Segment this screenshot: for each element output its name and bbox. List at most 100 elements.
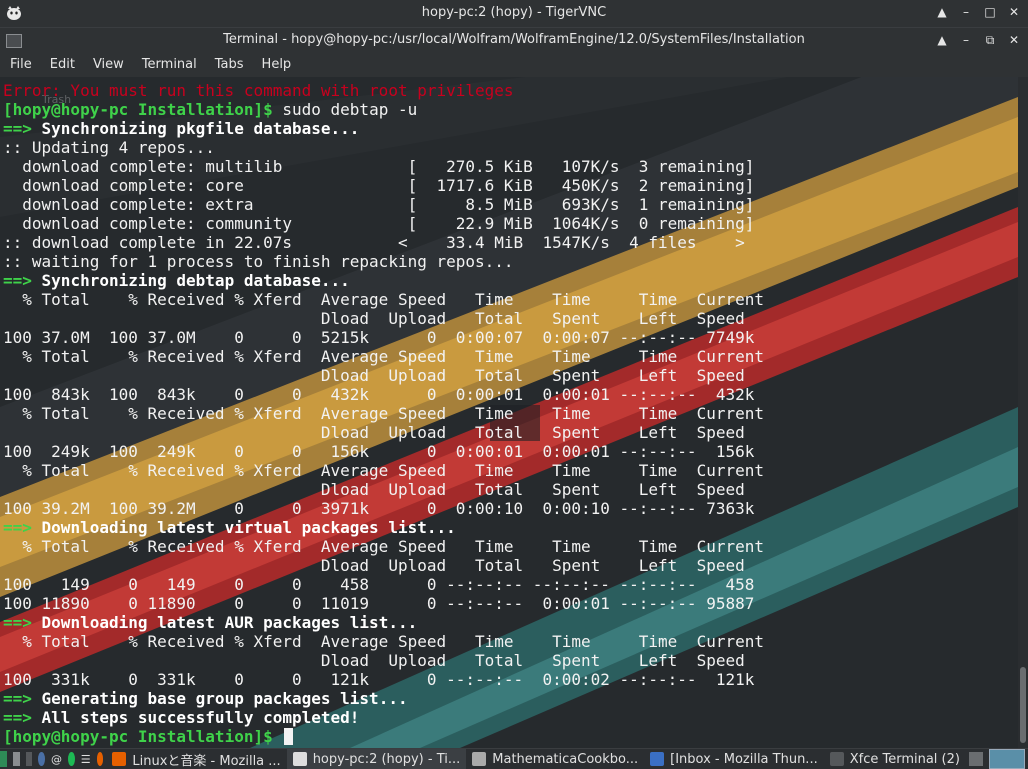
error-message: Error: You must run this command with ro… bbox=[3, 81, 514, 100]
output-text: 100 11890 0 11890 0 0 11019 0 --:--:-- 0… bbox=[3, 594, 755, 613]
vnc-icon bbox=[292, 752, 307, 766]
terminal-line: % Total % Received % Xferd Average Speed… bbox=[3, 347, 764, 366]
step-message: Generating base group packages list... bbox=[31, 689, 408, 708]
taskbar-task-label: Linuxと音楽 - Mozilla ... bbox=[132, 753, 281, 769]
menu-bar: File Edit View Terminal Tabs Help bbox=[0, 53, 1028, 77]
terminal-line: ==> All steps successfully completed! bbox=[3, 708, 764, 727]
terminal-line: % Total % Received % Xferd Average Speed… bbox=[3, 290, 764, 309]
taskbar-task-label: Xfce Terminal (2) bbox=[849, 751, 960, 767]
spotify-icon[interactable] bbox=[68, 752, 75, 766]
at-icon[interactable]: @ bbox=[51, 752, 62, 766]
terminal-icon[interactable] bbox=[25, 752, 33, 766]
menu-view[interactable]: View bbox=[85, 53, 132, 77]
workspace-switcher[interactable] bbox=[989, 749, 1025, 769]
output-text: :: download complete in 22.07s < 33.4 Mi… bbox=[3, 233, 745, 252]
step-message: Synchronizing pkgfile database... bbox=[31, 119, 360, 138]
output-text: 100 249k 100 249k 0 0 156k 0 0:00:01 0:0… bbox=[3, 442, 755, 461]
browser-icon[interactable] bbox=[38, 752, 45, 766]
output-text: Dload Upload Total Spent Left Speed bbox=[3, 309, 745, 328]
vnc-minimize-button[interactable]: – bbox=[958, 4, 974, 20]
terminal-line: :: waiting for 1 process to finish repac… bbox=[3, 252, 764, 271]
list-icon[interactable]: ☰ bbox=[81, 752, 91, 766]
terminal-line: download complete: core [ 1717.6 KiB 450… bbox=[3, 176, 764, 195]
output-text: Dload Upload Total Spent Left Speed bbox=[3, 423, 745, 442]
menu-file[interactable]: File bbox=[2, 53, 40, 77]
step-arrow: ==> bbox=[3, 689, 32, 708]
taskbar-task-label: hopy-pc:2 (hopy) - Ti... bbox=[312, 751, 461, 767]
output-text: :: Updating 4 repos... bbox=[3, 138, 215, 157]
output-text: download complete: community [ 22.9 MiB … bbox=[3, 214, 755, 233]
terminal-line: Dload Upload Total Spent Left Speed bbox=[3, 423, 764, 442]
terminal-text: Error: You must run this command with ro… bbox=[3, 81, 764, 746]
taskbar-task-label: [Inbox - Mozilla Thun... bbox=[670, 751, 818, 767]
output-text: Dload Upload Total Spent Left Speed bbox=[3, 556, 745, 575]
vnc-shade-button[interactable]: ▲ bbox=[934, 4, 950, 20]
terminal-output-area[interactable]: Trash Error: You must run this command w… bbox=[0, 77, 1018, 748]
terminal-line: Error: You must run this command with ro… bbox=[3, 81, 764, 100]
command-text: sudo debtap -u bbox=[272, 100, 418, 119]
terminal-line: download complete: multilib [ 270.5 KiB … bbox=[3, 157, 764, 176]
terminal-line: ==> Synchronizing pkgfile database... bbox=[3, 119, 764, 138]
output-text: download complete: multilib [ 270.5 KiB … bbox=[3, 157, 755, 176]
terminal-line: % Total % Received % Xferd Average Speed… bbox=[3, 632, 764, 651]
terminal-title-bar[interactable]: Terminal - hopy@hopy-pc:/usr/local/Wolfr… bbox=[0, 27, 1028, 54]
step-arrow: ==> bbox=[3, 119, 32, 138]
terminal-line: 100 149 0 149 0 0 458 0 --:--:-- --:--:-… bbox=[3, 575, 764, 594]
output-text: 100 149 0 149 0 0 458 0 --:--:-- --:--:-… bbox=[3, 575, 755, 594]
terminal-line: [hopy@hopy-pc Installation]$ bbox=[3, 727, 764, 746]
menu-tabs[interactable]: Tabs bbox=[207, 53, 252, 77]
taskbar: @ ☰ Linuxと音楽 - Mozilla ... hopy-pc:2 (hop… bbox=[0, 748, 1028, 769]
menu-help[interactable]: Help bbox=[254, 53, 300, 77]
taskbar-task[interactable]: [Inbox - Mozilla Thun... bbox=[644, 749, 824, 769]
taskbar-task[interactable]: hopy-pc:2 (hopy) - Ti... bbox=[286, 749, 467, 769]
terminal-line: ==> Generating base group packages list.… bbox=[3, 689, 764, 708]
terminal-line: ==> Downloading latest virtual packages … bbox=[3, 518, 764, 537]
output-text: Dload Upload Total Spent Left Speed bbox=[3, 366, 745, 385]
output-text: % Total % Received % Xferd Average Speed… bbox=[3, 347, 764, 366]
terminal-line: Dload Upload Total Spent Left Speed bbox=[3, 480, 764, 499]
taskbar-task[interactable]: Xfce Terminal (2) bbox=[824, 749, 966, 769]
scrollbar-thumb[interactable] bbox=[1020, 667, 1026, 743]
text-cursor bbox=[284, 728, 294, 745]
apps-menu-icon[interactable] bbox=[0, 751, 7, 767]
terminal-line: Dload Upload Total Spent Left Speed bbox=[3, 309, 764, 328]
taskbar-task[interactable]: MathematicaCookbo... bbox=[466, 749, 644, 769]
output-text: 100 331k 0 331k 0 0 121k 0 --:--:-- 0:00… bbox=[3, 670, 755, 689]
terminal-line: 100 37.0M 100 37.0M 0 0 5215k 0 0:00:07 … bbox=[3, 328, 764, 347]
terminal-restore-button[interactable]: ⧉ bbox=[982, 32, 998, 48]
firefox-icon[interactable] bbox=[96, 752, 104, 766]
vnc-close-button[interactable]: ✕ bbox=[1006, 4, 1022, 20]
terminal-minimize-button[interactable]: – bbox=[958, 32, 974, 48]
terminal-line: % Total % Received % Xferd Average Speed… bbox=[3, 537, 764, 556]
files-icon[interactable] bbox=[12, 752, 20, 766]
terminal-line: download complete: extra [ 8.5 MiB 693K/… bbox=[3, 195, 764, 214]
step-message: Synchronizing debtap database... bbox=[31, 271, 350, 290]
output-text: % Total % Received % Xferd Average Speed… bbox=[3, 537, 764, 556]
show-desktop-icon[interactable] bbox=[969, 752, 983, 766]
output-text: Dload Upload Total Spent Left Speed bbox=[3, 480, 745, 499]
vnc-maximize-button[interactable]: □ bbox=[982, 4, 998, 20]
output-text: 100 37.0M 100 37.0M 0 0 5215k 0 0:00:07 … bbox=[3, 328, 755, 347]
terminal-line: 100 843k 100 843k 0 0 432k 0 0:00:01 0:0… bbox=[3, 385, 764, 404]
terminal-line: 100 11890 0 11890 0 0 11019 0 --:--:-- 0… bbox=[3, 594, 764, 613]
terminal-line: Dload Upload Total Spent Left Speed bbox=[3, 651, 764, 670]
menu-edit[interactable]: Edit bbox=[42, 53, 83, 77]
step-message: Downloading latest AUR packages list... bbox=[31, 613, 418, 632]
prompt-user-host: [hopy@hopy-pc bbox=[3, 727, 129, 746]
output-text: % Total % Received % Xferd Average Speed… bbox=[3, 404, 764, 423]
terminal-scrollbar[interactable] bbox=[1018, 77, 1028, 748]
terminal-line: 100 331k 0 331k 0 0 121k 0 --:--:-- 0:00… bbox=[3, 670, 764, 689]
step-arrow: ==> bbox=[3, 708, 32, 727]
menu-terminal[interactable]: Terminal bbox=[134, 53, 205, 77]
vnc-title-bar[interactable]: hopy-pc:2 (hopy) - TigerVNC ▲ – □ ✕ bbox=[0, 0, 1028, 27]
output-text: % Total % Received % Xferd Average Speed… bbox=[3, 290, 764, 309]
thunderbird-icon bbox=[650, 752, 665, 766]
step-arrow: ==> bbox=[3, 271, 32, 290]
output-text: % Total % Received % Xferd Average Speed… bbox=[3, 461, 764, 480]
terminal-shade-button[interactable]: ▲ bbox=[934, 32, 950, 48]
terminal-close-button[interactable]: ✕ bbox=[1006, 32, 1022, 48]
prompt-directory: Installation]$ bbox=[128, 727, 273, 746]
taskbar-task[interactable]: Linuxと音楽 - Mozilla ... bbox=[106, 749, 286, 769]
step-message: Downloading latest virtual packages list… bbox=[31, 518, 456, 537]
terminal-line: :: Updating 4 repos... bbox=[3, 138, 764, 157]
